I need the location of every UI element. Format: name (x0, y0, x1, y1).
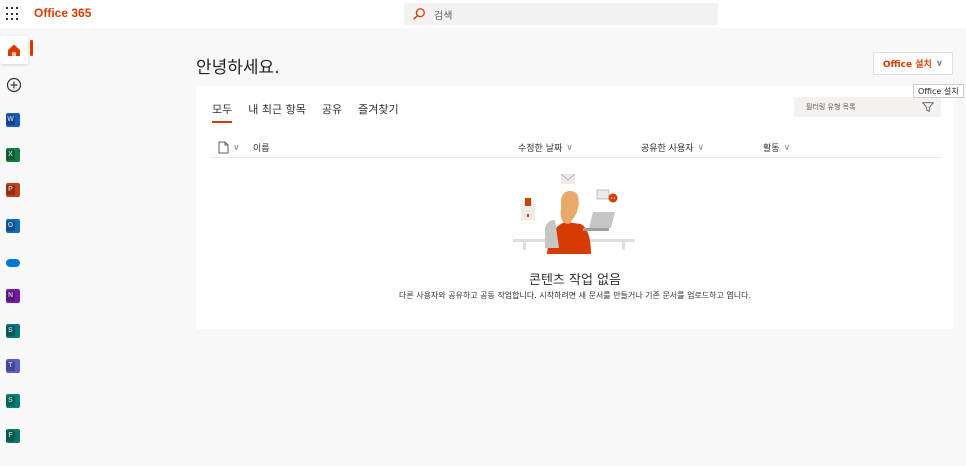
document-tabs: 모두 내 최근 항목 공유 즐겨찾기 (212, 101, 399, 123)
modified-column-label: 수정한 날짜 (518, 144, 563, 154)
app-teams-button[interactable]: T (2, 355, 24, 377)
tab-recent[interactable]: 내 최근 항목 (248, 101, 306, 123)
file-type-column-header[interactable]: ∨ (218, 141, 240, 154)
chevron-down-icon: ∨ (783, 142, 791, 153)
chevron-down-icon: ∨ (935, 58, 944, 69)
install-office-button[interactable]: Office 설치 ∨ (873, 52, 953, 75)
filter-input[interactable]: 필터링 유형 목록 (794, 97, 941, 117)
search-placeholder: 검색 (434, 11, 453, 22)
modified-column-header[interactable]: 수정한 날짜 ∨ (518, 141, 573, 155)
search-input[interactable]: 검색 (404, 3, 718, 25)
app-launcher-icon[interactable] (6, 7, 20, 21)
app-powerpoint-button[interactable]: P (2, 179, 24, 201)
forms-icon: F (6, 429, 20, 443)
chevron-down-icon: ∨ (697, 142, 705, 153)
sharepoint-icon: S (6, 324, 20, 338)
tab-favorites[interactable]: 즐겨찾기 (358, 101, 398, 123)
chevron-down-icon: ∨ (233, 142, 240, 153)
teams-icon: T (6, 359, 20, 373)
page-title: 안녕하세요. (196, 58, 280, 78)
home-icon (8, 44, 20, 56)
table-header: ∨ 이름 수정한 날짜 ∨ 공유한 사용자 ∨ 활동 ∨ (210, 138, 942, 158)
activity-column-header[interactable]: 활동 ∨ (763, 141, 791, 155)
home-button[interactable] (0, 36, 28, 64)
top-bar: Office 365 검색 (0, 0, 966, 28)
outlook-icon: O (6, 219, 20, 233)
tab-all[interactable]: 모두 (212, 101, 233, 123)
empty-state-title: 콘텐츠 작업 없음 (529, 273, 621, 288)
search-icon (413, 8, 425, 20)
app-sway-button[interactable]: S (2, 390, 24, 412)
shared-by-column-label: 공유한 사용자 (641, 144, 694, 154)
filter-icon[interactable] (921, 100, 935, 114)
onenote-icon: N (6, 289, 20, 303)
name-column-header[interactable]: 이름 (253, 141, 270, 154)
chevron-down-icon: ∨ (566, 142, 573, 153)
documents-card: 모두 내 최근 항목 공유 즐겨찾기 필터링 유형 목록 ∨ 이름 수정한 날짜… (196, 86, 954, 329)
empty-state-illustration (513, 173, 635, 254)
sway-icon: S (6, 394, 20, 408)
app-onenote-button[interactable]: N (2, 285, 24, 307)
activity-column-label: 활동 (763, 144, 780, 154)
app-forms-button[interactable]: F (2, 425, 24, 447)
install-office-tooltip: Office 설치 (913, 84, 964, 98)
app-excel-button[interactable]: X (2, 144, 24, 166)
install-office-label: Office 설치 (882, 60, 932, 70)
app-onedrive-button[interactable] (2, 250, 24, 272)
powerpoint-icon: P (6, 183, 20, 197)
app-outlook-button[interactable]: W (2, 109, 24, 131)
onedrive-icon (6, 259, 20, 267)
brand-title[interactable]: Office 365 (34, 6, 91, 20)
app-outlook-button[interactable]: O (2, 215, 24, 237)
create-button[interactable] (3, 74, 25, 96)
filter-placeholder: 필터링 유형 목록 (806, 103, 856, 111)
outlook-icon: W (6, 113, 20, 127)
excel-icon: X (6, 148, 20, 162)
shared-by-column-header[interactable]: 공유한 사용자 ∨ (641, 141, 705, 155)
add-icon (6, 77, 22, 93)
active-indicator (30, 40, 33, 56)
empty-state-description: 다른 사용자와 공유하고 공동 작업합니다. 시작하려면 새 문서를 만들거나 … (398, 291, 752, 300)
tab-shared[interactable]: 공유 (322, 101, 342, 123)
document-icon (218, 141, 229, 154)
app-sharepoint-button[interactable]: S (2, 320, 24, 342)
